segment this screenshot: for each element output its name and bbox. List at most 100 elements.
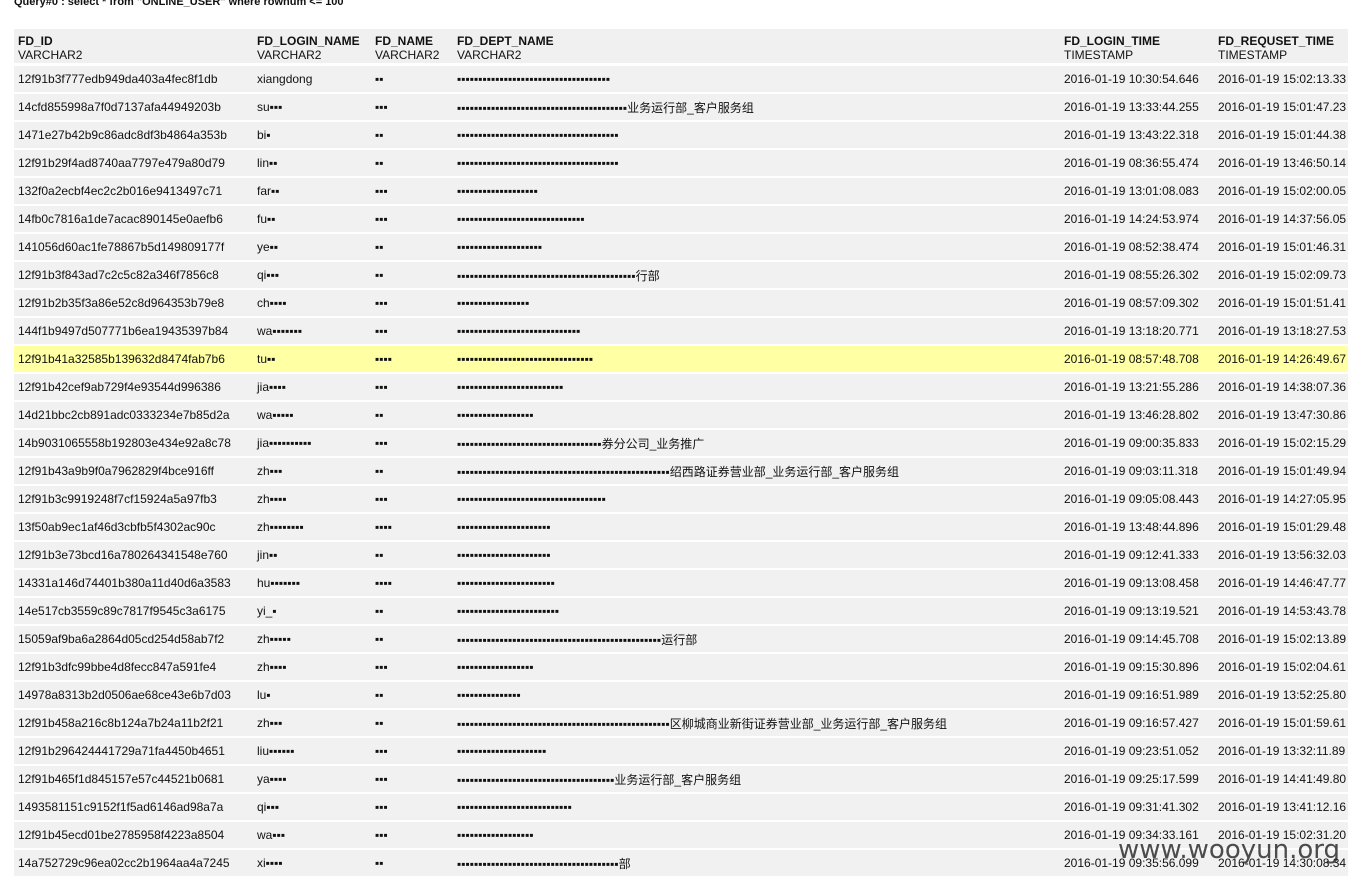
cell-fd-requset-time[interactable]: 2016-01-19 13:46:50.14: [1214, 150, 1348, 178]
cell-fd-login-name[interactable]: zh▪▪▪▪: [253, 486, 371, 514]
cell-fd-id[interactable]: 12f91b3e73bcd16a780264341548e760: [14, 542, 253, 570]
cell-fd-id[interactable]: 12f91b41a32585b139632d8474fab7b6: [14, 346, 253, 374]
cell-fd-login-name[interactable]: wa▪▪▪: [253, 822, 371, 850]
cell-fd-id[interactable]: 13f50ab9ec1af46d3cbfb5f4302ac90c: [14, 514, 253, 542]
cell-fd-requset-time[interactable]: 2016-01-19 15:01:49.94: [1214, 458, 1348, 486]
cell-fd-name[interactable]: ▪▪▪: [371, 290, 453, 318]
cell-fd-login-time[interactable]: 2016-01-19 09:31:41.302: [1060, 794, 1214, 822]
cell-fd-name[interactable]: ▪▪: [371, 710, 453, 738]
cell-fd-login-name[interactable]: lin▪▪: [253, 150, 371, 178]
cell-fd-name[interactable]: ▪▪: [371, 850, 453, 878]
cell-fd-dept-name[interactable]: ▪▪▪▪▪▪▪▪▪▪▪▪▪▪▪▪▪▪▪▪▪▪▪▪▪▪▪▪▪: [453, 318, 1060, 346]
cell-fd-dept-name[interactable]: ▪▪▪▪▪▪▪▪▪▪▪▪▪▪▪▪▪▪▪: [453, 178, 1060, 206]
cell-fd-requset-time[interactable]: 2016-01-19 13:32:11.89: [1214, 738, 1348, 766]
cell-fd-id[interactable]: 12f91b2b35f3a86e52c8d964353b79e8: [14, 290, 253, 318]
cell-fd-requset-time[interactable]: 2016-01-19 14:41:49.80: [1214, 766, 1348, 794]
cell-fd-name[interactable]: ▪▪▪: [371, 794, 453, 822]
cell-fd-dept-name[interactable]: ▪▪▪▪▪▪▪▪▪▪▪▪▪▪▪▪▪▪▪▪▪▪▪▪▪▪▪▪▪▪▪▪▪▪▪▪: [453, 66, 1060, 94]
cell-fd-login-name[interactable]: tu▪▪: [253, 346, 371, 374]
cell-fd-dept-name[interactable]: ▪▪▪▪▪▪▪▪▪▪▪▪▪▪▪▪▪▪▪▪▪▪▪▪▪▪▪▪▪▪▪▪▪▪▪▪▪▪▪▪…: [453, 262, 1060, 290]
cell-fd-dept-name[interactable]: ▪▪▪▪▪▪▪▪▪▪▪▪▪▪▪▪▪▪: [453, 402, 1060, 430]
cell-fd-dept-name[interactable]: ▪▪▪▪▪▪▪▪▪▪▪▪▪▪▪▪▪▪▪▪▪▪▪▪▪▪▪▪▪▪▪▪▪▪▪: [453, 486, 1060, 514]
cell-fd-name[interactable]: ▪▪▪▪: [371, 346, 453, 374]
cell-fd-login-name[interactable]: hu▪▪▪▪▪▪▪: [253, 570, 371, 598]
cell-fd-login-time[interactable]: 2016-01-19 09:23:51.052: [1060, 738, 1214, 766]
cell-fd-name[interactable]: ▪▪▪: [371, 766, 453, 794]
table-row[interactable]: 14b9031065558b192803e434e92a8c78 jia▪▪▪▪▪…: [14, 430, 1348, 458]
cell-fd-login-name[interactable]: zh▪▪▪▪▪: [253, 626, 371, 654]
cell-fd-name[interactable]: ▪▪▪: [371, 430, 453, 458]
cell-fd-requset-time[interactable]: 2016-01-19 15:01:29.48: [1214, 514, 1348, 542]
cell-fd-login-time[interactable]: 2016-01-19 09:16:57.427: [1060, 710, 1214, 738]
cell-fd-id[interactable]: 14978a8313b2d0506ae68ce43e6b7d03: [14, 682, 253, 710]
cell-fd-dept-name[interactable]: ▪▪▪▪▪▪▪▪▪▪▪▪▪▪▪▪▪▪▪▪▪▪▪▪▪▪▪▪▪▪▪▪▪▪▪▪▪▪▪▪…: [453, 458, 1060, 486]
cell-fd-dept-name[interactable]: ▪▪▪▪▪▪▪▪▪▪▪▪▪▪▪▪▪▪▪▪▪▪▪▪: [453, 598, 1060, 626]
table-row[interactable]: 12f91b3e73bcd16a780264341548e760 jin▪▪ ▪▪ ▪…: [14, 542, 1348, 570]
cell-fd-login-name[interactable]: ya▪▪▪▪: [253, 766, 371, 794]
cell-fd-id[interactable]: 144f1b9497d507771b6ea19435397b84: [14, 318, 253, 346]
cell-fd-id[interactable]: 132f0a2ecbf4ec2c2b016e9413497c71: [14, 178, 253, 206]
table-row[interactable]: 12f91b42cef9ab729f4e93544d996386 jia▪▪▪▪ ▪…: [14, 374, 1348, 402]
table-row[interactable]: 14cfd855998a7f0d7137afa44949203b su▪▪▪ ▪▪▪…: [14, 94, 1348, 122]
cell-fd-name[interactable]: ▪▪▪: [371, 178, 453, 206]
cell-fd-name[interactable]: ▪▪▪▪: [371, 570, 453, 598]
cell-fd-name[interactable]: ▪▪: [371, 66, 453, 94]
cell-fd-requset-time[interactable]: 2016-01-19 15:01:47.23: [1214, 94, 1348, 122]
cell-fd-name[interactable]: ▪▪: [371, 150, 453, 178]
table-row[interactable]: 12f91b41a32585b139632d8474fab7b6 tu▪▪ ▪▪▪▪…: [14, 346, 1348, 374]
cell-fd-requset-time[interactable]: 2016-01-19 14:46:47.77: [1214, 570, 1348, 598]
cell-fd-name[interactable]: ▪▪▪▪: [371, 514, 453, 542]
table-row[interactable]: 14331a146d74401b380a11d40d6a3583 hu▪▪▪▪▪▪…: [14, 570, 1348, 598]
table-row[interactable]: 12f91b29f4ad8740aa7797e479a80d79 lin▪▪ ▪▪ ▪…: [14, 150, 1348, 178]
cell-fd-dept-name[interactable]: ▪▪▪▪▪▪▪▪▪▪▪▪▪▪▪▪▪▪▪▪▪▪▪▪▪▪▪▪▪▪▪▪▪▪▪▪▪▪: [453, 122, 1060, 150]
cell-fd-login-name[interactable]: fu▪▪: [253, 206, 371, 234]
cell-fd-name[interactable]: ▪▪: [371, 626, 453, 654]
cell-fd-id[interactable]: 14e517cb3559c89c7817f9545c3a6175: [14, 598, 253, 626]
cell-fd-login-name[interactable]: wa▪▪▪▪▪▪▪: [253, 318, 371, 346]
cell-fd-login-name[interactable]: ye▪▪: [253, 234, 371, 262]
cell-fd-requset-time[interactable]: 2016-01-19 15:01:59.61: [1214, 710, 1348, 738]
table-row[interactable]: 14e517cb3559c89c7817f9545c3a6175 yi_▪ ▪▪ ▪▪…: [14, 598, 1348, 626]
cell-fd-login-time[interactable]: 2016-01-19 13:43:22.318: [1060, 122, 1214, 150]
cell-fd-dept-name[interactable]: ▪▪▪▪▪▪▪▪▪▪▪▪▪▪▪▪▪▪▪▪▪▪▪▪▪▪▪▪▪▪▪▪▪▪▪▪▪▪▪▪…: [453, 626, 1060, 654]
table-row[interactable]: 12f91b465f1d845157e57c44521b0681 ya▪▪▪▪ ▪▪…: [14, 766, 1348, 794]
table-row[interactable]: 12f91b3f777edb949da403a4fec8f1db xiangdon…: [14, 66, 1348, 94]
table-row[interactable]: 12f91b43a9b9f0a7962829f4bce916ff zh▪▪▪ ▪▪ ▪…: [14, 458, 1348, 486]
table-row[interactable]: 12f91b3f843ad7c2c5c82a346f7856c8 qi▪▪▪ ▪▪ ▪…: [14, 262, 1348, 290]
cell-fd-name[interactable]: ▪▪: [371, 458, 453, 486]
cell-fd-login-name[interactable]: zh▪▪▪▪▪▪▪▪: [253, 514, 371, 542]
cell-fd-login-name[interactable]: xi▪▪▪▪: [253, 850, 371, 878]
cell-fd-dept-name[interactable]: ▪▪▪▪▪▪▪▪▪▪▪▪▪▪▪▪▪▪▪▪▪▪▪▪▪▪▪▪▪▪: [453, 206, 1060, 234]
cell-fd-login-time[interactable]: 2016-01-19 09:14:45.708: [1060, 626, 1214, 654]
cell-fd-name[interactable]: ▪▪▪: [371, 822, 453, 850]
cell-fd-login-name[interactable]: zh▪▪▪: [253, 458, 371, 486]
cell-fd-name[interactable]: ▪▪▪: [371, 94, 453, 122]
cell-fd-requset-time[interactable]: 2016-01-19 15:01:46.31: [1214, 234, 1348, 262]
cell-fd-id[interactable]: 12f91b458a216c8b124a7b24a11b2f21: [14, 710, 253, 738]
cell-fd-dept-name[interactable]: ▪▪▪▪▪▪▪▪▪▪▪▪▪▪▪▪▪▪▪▪▪▪▪: [453, 570, 1060, 598]
cell-fd-login-time[interactable]: 2016-01-19 13:01:08.083: [1060, 178, 1214, 206]
cell-fd-dept-name[interactable]: ▪▪▪▪▪▪▪▪▪▪▪▪▪▪▪▪▪▪: [453, 654, 1060, 682]
cell-fd-name[interactable]: ▪▪▪: [371, 318, 453, 346]
cell-fd-login-time[interactable]: 2016-01-19 13:48:44.896: [1060, 514, 1214, 542]
cell-fd-login-name[interactable]: zh▪▪▪▪: [253, 654, 371, 682]
cell-fd-login-time[interactable]: 2016-01-19 13:21:55.286: [1060, 374, 1214, 402]
cell-fd-login-time[interactable]: 2016-01-19 14:24:53.974: [1060, 206, 1214, 234]
table-row[interactable]: 12f91b3c9919248f7cf15924a5a97fb3 zh▪▪▪▪ ▪▪…: [14, 486, 1348, 514]
cell-fd-name[interactable]: ▪▪▪: [371, 654, 453, 682]
cell-fd-name[interactable]: ▪▪: [371, 234, 453, 262]
cell-fd-name[interactable]: ▪▪▪: [371, 486, 453, 514]
cell-fd-dept-name[interactable]: ▪▪▪▪▪▪▪▪▪▪▪▪▪▪▪▪▪▪▪▪▪▪: [453, 514, 1060, 542]
cell-fd-login-name[interactable]: qi▪▪▪: [253, 262, 371, 290]
cell-fd-requset-time[interactable]: 2016-01-19 15:01:51.41: [1214, 290, 1348, 318]
cell-fd-id[interactable]: 12f91b3dfc99bbe4d8fecc847a591fe4: [14, 654, 253, 682]
cell-fd-requset-time[interactable]: 2016-01-19 13:56:32.03: [1214, 542, 1348, 570]
cell-fd-requset-time[interactable]: 2016-01-19 15:02:13.89: [1214, 626, 1348, 654]
cell-fd-name[interactable]: ▪▪: [371, 682, 453, 710]
table-row[interactable]: 144f1b9497d507771b6ea19435397b84 wa▪▪▪▪▪▪…: [14, 318, 1348, 346]
cell-fd-login-name[interactable]: jin▪▪: [253, 542, 371, 570]
cell-fd-name[interactable]: ▪▪: [371, 402, 453, 430]
cell-fd-login-time[interactable]: 2016-01-19 09:00:35.833: [1060, 430, 1214, 458]
cell-fd-name[interactable]: ▪▪▪: [371, 738, 453, 766]
cell-fd-requset-time[interactable]: 2016-01-19 13:47:30.86: [1214, 402, 1348, 430]
